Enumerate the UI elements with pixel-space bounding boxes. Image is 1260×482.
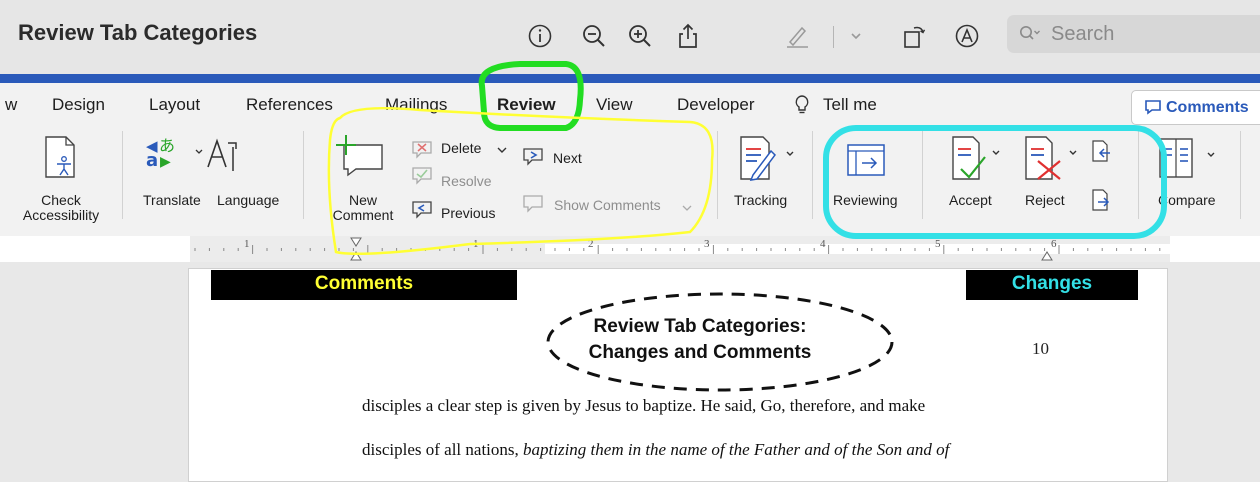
tab-review[interactable]: Review (497, 95, 556, 115)
ruler-number: 1 (244, 238, 250, 250)
show-comments-chevron-icon[interactable] (682, 200, 692, 218)
resolve-button[interactable]: Resolve (441, 174, 492, 189)
next-comment-icon[interactable] (521, 146, 545, 171)
translate-icon[interactable]: ◀ あ a ▶ (144, 136, 206, 173)
delete-dropdown-chevron-icon[interactable] (496, 143, 508, 161)
next-change-icon[interactable] (1090, 188, 1112, 217)
body-text-line: disciples of all nations, baptizing them… (362, 440, 950, 459)
lightbulb-icon (794, 94, 810, 119)
zoom-in-icon[interactable] (626, 22, 654, 50)
compare-icon[interactable] (1156, 135, 1226, 186)
ruler-number: 3 (704, 238, 710, 250)
tracking-icon[interactable] (737, 133, 797, 188)
share-icon[interactable] (674, 22, 702, 50)
group-divider (717, 131, 718, 219)
page-number: 10 (1032, 339, 1049, 358)
comments-button-label: Comments (1166, 99, 1249, 116)
language-button[interactable]: Language (217, 193, 279, 208)
reviewing-button[interactable]: Reviewing (833, 193, 898, 208)
group-divider (303, 131, 304, 219)
accept-icon[interactable] (949, 133, 1005, 188)
comment-bubble-icon (1145, 100, 1161, 115)
group-divider (922, 131, 923, 219)
group-divider (1138, 131, 1139, 219)
language-icon[interactable] (206, 133, 246, 178)
check-accessibility-label[interactable]: Check Accessibility (18, 193, 104, 223)
group-divider (1240, 131, 1241, 219)
delete-comment-icon[interactable] (410, 139, 434, 164)
tab-design[interactable]: Design (52, 95, 105, 115)
translate-button[interactable]: Translate (143, 193, 201, 208)
search-placeholder: Search (1051, 23, 1115, 45)
previous-change-icon[interactable] (1090, 139, 1112, 168)
chevron-down-icon[interactable] (842, 22, 870, 50)
document-title: Review Tab Categories (18, 20, 258, 45)
left-indent-marker[interactable] (350, 236, 362, 262)
accent-strip (0, 74, 1260, 83)
tab-layout[interactable]: Layout (149, 95, 200, 115)
accessibility-icon[interactable] (40, 135, 80, 184)
toolbar-divider (833, 26, 834, 48)
svg-text:▶: ▶ (160, 154, 171, 168)
previous-comment-icon[interactable] (410, 199, 434, 224)
show-comments-button[interactable]: Show Comments (554, 198, 661, 213)
search-field[interactable]: Search (1007, 15, 1260, 53)
tab-view[interactable]: View (596, 95, 633, 115)
group-divider (812, 131, 813, 219)
accept-button[interactable]: Accept (949, 193, 992, 208)
tab-truncated[interactable]: w (5, 95, 17, 115)
svg-text:a: a (146, 150, 158, 168)
rotate-icon[interactable] (900, 22, 928, 50)
tab-tell-me[interactable]: Tell me (823, 95, 877, 115)
delete-button[interactable]: Delete (441, 141, 481, 156)
next-button[interactable]: Next (553, 151, 582, 166)
reviewing-pane-icon[interactable] (846, 143, 886, 184)
right-indent-marker[interactable] (1041, 236, 1053, 262)
svg-text:あ: あ (159, 136, 175, 155)
comments-annotation-label: Comments (211, 270, 517, 300)
document-heading: Review Tab Categories: Changes and Comme… (588, 316, 812, 363)
changes-annotation-label: Changes (966, 270, 1138, 300)
group-divider (122, 131, 123, 219)
search-icon (1020, 26, 1040, 40)
horizontal-ruler[interactable]: 1 1 2 3 4 5 6 (190, 236, 1185, 262)
comments-button[interactable]: Comments (1131, 90, 1260, 125)
tab-developer[interactable]: Developer (677, 95, 755, 115)
new-comment-icon[interactable] (334, 135, 384, 184)
zoom-out-icon[interactable] (580, 22, 608, 50)
markup-icon[interactable] (953, 22, 981, 50)
ruler-ticks (194, 245, 1161, 254)
ruler-number: 1 (473, 238, 479, 250)
pen-icon[interactable] (783, 22, 811, 50)
show-comments-icon[interactable] (521, 193, 545, 218)
ruler-number: 5 (935, 238, 941, 250)
tab-references[interactable]: References (246, 95, 333, 115)
body-text-line: disciples a clear step is given by Jesus… (362, 396, 926, 415)
reject-icon[interactable] (1022, 133, 1082, 188)
info-icon[interactable] (526, 22, 554, 50)
ribbon: w Design Layout References Mailings Revi… (0, 83, 1260, 236)
ruler-number: 2 (588, 238, 594, 250)
tab-mailings[interactable]: Mailings (385, 95, 447, 115)
reject-button[interactable]: Reject (1025, 193, 1065, 208)
resolve-icon[interactable] (410, 165, 434, 190)
tracking-button[interactable]: Tracking (734, 193, 787, 208)
previous-button[interactable]: Previous (441, 206, 495, 221)
compare-button[interactable]: Compare (1158, 193, 1216, 208)
new-comment-button[interactable]: New Comment (326, 193, 400, 223)
ruler-number: 4 (820, 238, 826, 250)
title-bar: Review Tab Categories Search (0, 0, 1260, 74)
